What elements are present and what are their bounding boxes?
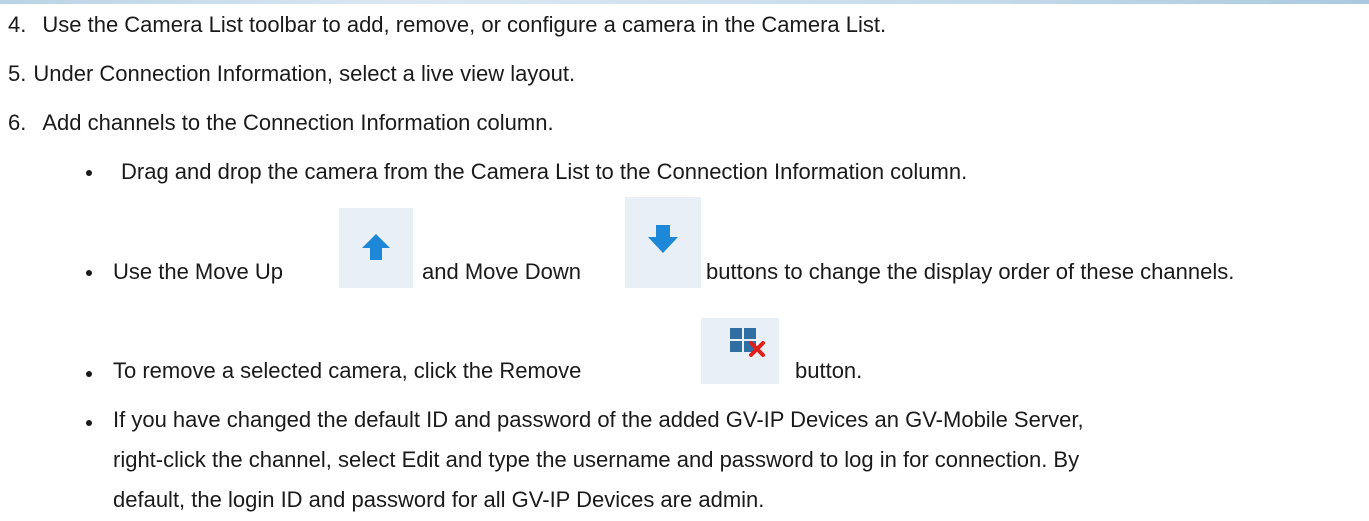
step-text: Use the Camera List toolbar to add, remo… bbox=[42, 12, 887, 37]
bullet-move-prefix: Use the Move Up bbox=[113, 259, 283, 284]
grid-remove-icon bbox=[701, 318, 779, 384]
step-4: 4. Use the Camera List toolbar to add, re… bbox=[8, 12, 886, 38]
step-5: 5. Under Connection Information, select a… bbox=[8, 61, 575, 87]
step-number: 4. bbox=[8, 12, 27, 37]
step-text: Add channels to the Connection Informati… bbox=[42, 110, 554, 135]
bullet-password-line1: If you have changed the default ID and p… bbox=[113, 407, 1084, 432]
step-6: 6. Add channels to the Connection Informa… bbox=[8, 110, 554, 136]
step-number: 5. bbox=[8, 61, 27, 86]
bullet-drag-text: Drag and drop the camera from the Camera… bbox=[121, 159, 968, 184]
bullet-password-line2: right-click the channel, select Edit and… bbox=[113, 447, 1080, 472]
arrow-up-icon bbox=[339, 208, 413, 288]
bullet-move-middle: and Move Down bbox=[422, 259, 581, 284]
bullet-remove-prefix: To remove a selected camera, click the R… bbox=[113, 358, 582, 383]
bullet-marker bbox=[86, 170, 92, 176]
bullet-move-suffix: buttons to change the display order of t… bbox=[706, 259, 1235, 284]
bullet-marker bbox=[86, 270, 92, 276]
bullet-password-line3: default, the login ID and password for a… bbox=[113, 487, 765, 512]
bullet-marker bbox=[86, 420, 92, 426]
bullet-remove-suffix: button. bbox=[795, 358, 863, 383]
bullet-marker bbox=[86, 371, 92, 377]
step-number: 6. bbox=[8, 110, 27, 135]
step-text: Under Connection Information, select a l… bbox=[33, 61, 576, 86]
arrow-down-icon bbox=[625, 197, 701, 288]
top-border-strip bbox=[0, 0, 1369, 4]
